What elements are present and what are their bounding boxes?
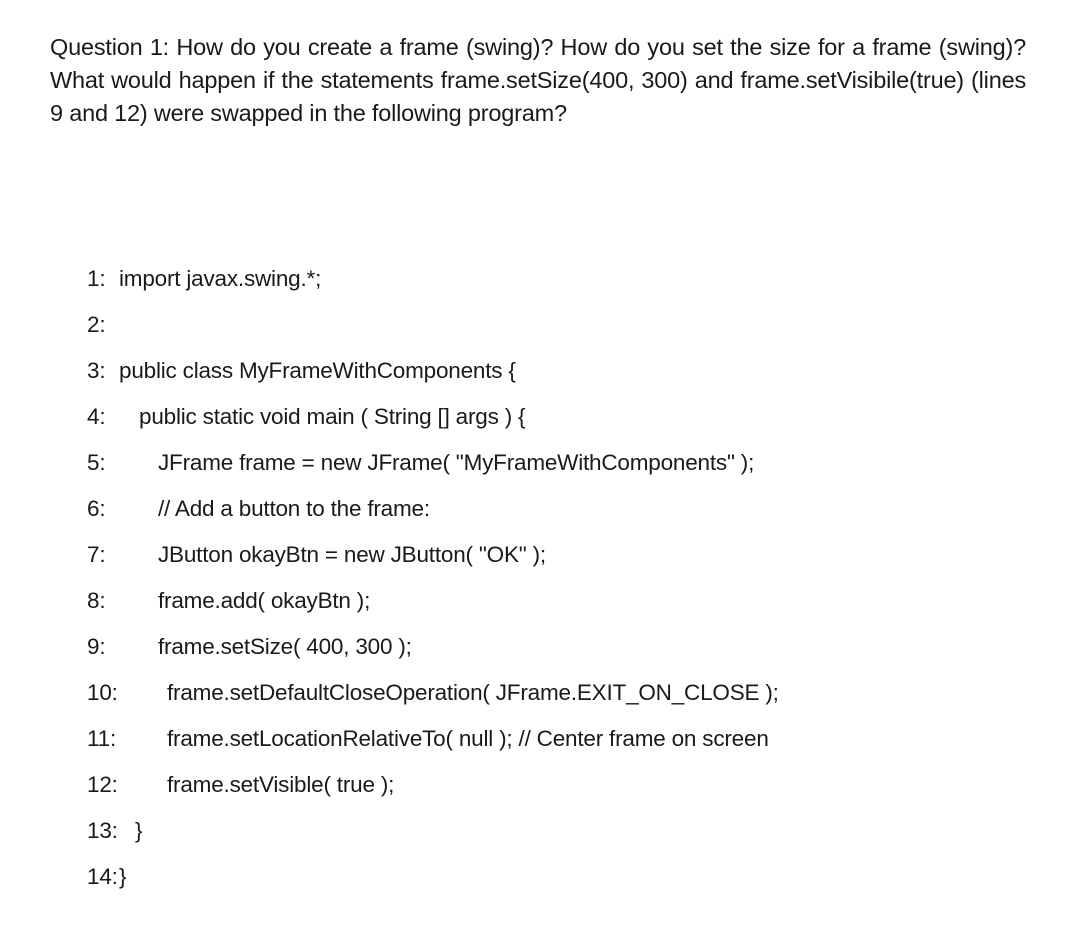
line-text: } xyxy=(135,818,143,843)
line-number: 8: xyxy=(87,588,106,613)
line-text: frame.setLocationRelativeTo( null ); // … xyxy=(167,726,769,751)
line-number: 13: xyxy=(87,818,118,843)
line-number: 1: xyxy=(87,266,106,291)
line-text: frame.setSize( 400, 300 ); xyxy=(158,634,412,659)
line-text: frame.setDefaultCloseOperation( JFrame.E… xyxy=(167,680,779,705)
line-text: } xyxy=(119,864,127,889)
line-text: JFrame frame = new JFrame( "MyFrameWithC… xyxy=(158,450,755,475)
line-number: 3: xyxy=(87,358,106,383)
line-text: import javax.swing.*; xyxy=(119,266,322,291)
line-text: public static void main ( String [] args… xyxy=(139,404,526,429)
line-number: 4: xyxy=(87,404,106,429)
line-text: JButton okayBtn = new JButton( "OK" ); xyxy=(158,542,546,567)
line-number: 11: xyxy=(87,726,117,751)
line-text: // Add a button to the frame: xyxy=(158,496,430,521)
line-text: frame.add( okayBtn ); xyxy=(158,588,371,613)
line-number: 6: xyxy=(87,496,106,521)
line-number: 9: xyxy=(87,634,106,659)
line-number: 12: xyxy=(87,772,118,797)
line-number: 7: xyxy=(87,542,106,567)
line-number: 2: xyxy=(87,312,106,337)
line-number: 14: xyxy=(87,864,118,889)
line-text: frame.setVisible( true ); xyxy=(167,772,395,797)
line-number: 5: xyxy=(87,450,106,475)
question-text: Question 1: How do you create a frame (s… xyxy=(50,34,1026,126)
line-text: public class MyFrameWithComponents { xyxy=(119,358,516,383)
line-number: 10: xyxy=(87,680,118,705)
